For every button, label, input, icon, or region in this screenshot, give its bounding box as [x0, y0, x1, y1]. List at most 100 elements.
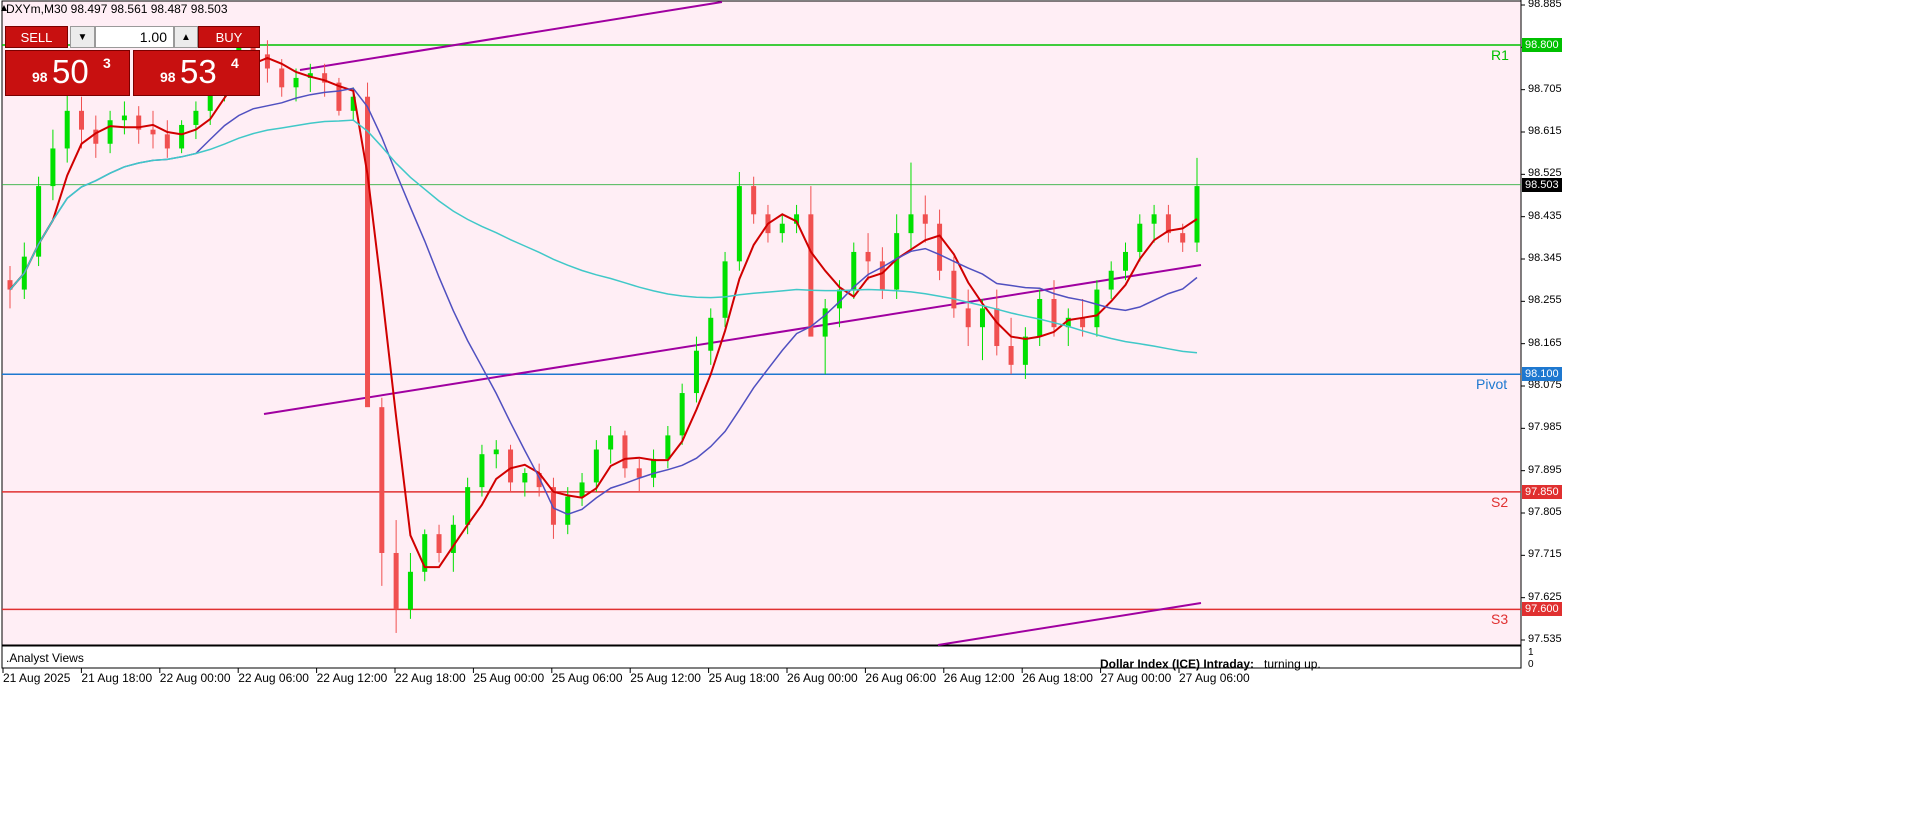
candle-body — [1122, 251, 1128, 271]
current-price-tag: 98.503 — [1522, 177, 1562, 192]
candle-body — [1022, 336, 1028, 365]
price-axis-label: 98.435 — [1528, 209, 1562, 222]
lot-size-input[interactable]: 1.00 — [95, 26, 174, 48]
time-axis-label: 26 Aug 00:00 — [787, 671, 858, 685]
price-axis-label: 97.625 — [1528, 590, 1562, 603]
time-axis-label: 22 Aug 06:00 — [238, 671, 309, 685]
candle-body — [908, 214, 914, 234]
candle-body — [64, 110, 70, 149]
candle-body — [1008, 346, 1014, 365]
lot-decrease-icon[interactable]: ▼ — [70, 26, 95, 48]
candle-body — [393, 552, 399, 610]
price-axis-label: 97.535 — [1528, 633, 1562, 645]
chart-canvas[interactable] — [0, 0, 1916, 840]
subwindow-axis-bottom: 0 — [1528, 659, 1534, 670]
time-axis-label: 26 Aug 18:00 — [1022, 671, 1093, 685]
candle-body — [150, 129, 156, 135]
buy-price-quote[interactable]: 98 53 4 — [133, 50, 260, 96]
buy-price-prefix: 98 — [160, 69, 176, 85]
level-price-tag-s2: 97.850 — [1522, 484, 1562, 499]
candle-body — [193, 110, 199, 125]
time-axis-label: 21 Aug 2025 — [3, 671, 71, 685]
time-axis-label: 25 Aug 00:00 — [473, 671, 545, 685]
level-name-s2: S2 — [1491, 493, 1509, 510]
level-price-tag-pivot: 98.100 — [1522, 367, 1562, 382]
candle-body — [107, 120, 113, 144]
candle-body — [1180, 233, 1186, 243]
candle-body — [622, 435, 628, 469]
subwindow-label: .Analyst Views — [6, 651, 84, 665]
candle-body — [736, 186, 742, 262]
candle-body — [493, 449, 499, 455]
candle-body — [751, 186, 757, 215]
price-axis-label: 98.705 — [1528, 82, 1562, 95]
time-axis-label: 22 Aug 12:00 — [316, 671, 388, 685]
candle-body — [779, 223, 785, 234]
time-axis-label: 25 Aug 18:00 — [708, 671, 780, 685]
candle-body — [465, 487, 471, 525]
time-axis-label: 22 Aug 00:00 — [159, 671, 231, 685]
level-name-s3: S3 — [1491, 611, 1509, 628]
analyst-title: Dollar Index (ICE) Intraday: — [1100, 657, 1255, 671]
candle-body — [179, 124, 185, 149]
candle-body — [479, 454, 485, 488]
candle-body — [164, 134, 170, 149]
chart-window: DXYm,M30 98.497 98.561 98.487 98.503 SEL… — [0, 0, 1916, 840]
price-axis-label: 98.345 — [1528, 252, 1562, 264]
candle-body — [608, 435, 614, 450]
plot-area — [1, 0, 1522, 646]
candle-body — [565, 496, 571, 525]
time-axis-label: 27 Aug 06:00 — [1179, 671, 1250, 685]
price-axis-label: 98.885 — [1528, 0, 1562, 10]
candle-body — [436, 534, 442, 553]
candle-body — [693, 350, 699, 394]
candle-body — [579, 482, 585, 497]
chart-title: DXYm,M30 98.497 98.561 98.487 98.503 — [6, 2, 228, 16]
candle-body — [279, 68, 285, 88]
sell-price-prefix: 98 — [32, 69, 48, 85]
candle-body — [965, 308, 971, 328]
level-name-pivot: Pivot — [1476, 376, 1508, 393]
candle-body — [1108, 270, 1114, 290]
candle-body — [593, 449, 599, 483]
price-axis-label: 97.985 — [1528, 421, 1562, 434]
time-axis-label: 25 Aug 12:00 — [630, 671, 701, 685]
level-price-tag-r1: 98.800 — [1522, 37, 1562, 52]
candle-body — [264, 54, 270, 69]
candle-body — [1137, 223, 1143, 252]
candle-body — [722, 261, 728, 318]
price-axis-label: 97.895 — [1528, 463, 1562, 476]
buy-button[interactable]: BUY — [198, 26, 260, 48]
candle-body — [365, 96, 371, 408]
buy-price-pip: 4 — [231, 55, 239, 71]
time-axis-label: 26 Aug 12:00 — [943, 671, 1015, 685]
candle-body — [1037, 298, 1043, 337]
sell-button[interactable]: SELL — [5, 26, 68, 48]
sell-price-main: 50 — [52, 53, 89, 90]
price-axis-label: 97.715 — [1528, 548, 1562, 561]
candle-body — [708, 317, 714, 351]
price-axis-label: 97.805 — [1528, 506, 1562, 518]
candle-body — [979, 308, 985, 328]
candle-body — [851, 251, 857, 290]
candle-body — [379, 407, 385, 553]
candle-body — [522, 473, 528, 483]
time-axis-label: 26 Aug 06:00 — [865, 671, 937, 685]
sell-price-pip: 3 — [103, 55, 111, 71]
sell-price-quote[interactable]: 98 50 3 — [5, 50, 130, 96]
candle-body — [1194, 186, 1200, 243]
price-axis-label: 98.165 — [1528, 336, 1562, 349]
candle-body — [651, 458, 657, 478]
candle-body — [994, 308, 1000, 347]
candle-body — [865, 251, 871, 262]
time-axis-label: 25 Aug 06:00 — [551, 671, 623, 685]
level-name-r1: R1 — [1491, 46, 1509, 63]
lot-increase-icon[interactable]: ▲ — [174, 26, 198, 48]
candle-body — [937, 223, 943, 271]
candle-body — [665, 435, 671, 459]
analyst-views-text: Dollar Index (ICE) Intraday: turning up. — [1100, 657, 1321, 671]
one-click-trading-panel: SELL ▼ 1.00 ▲ BUY 98 50 3 98 53 4 — [5, 26, 260, 96]
buy-price-main: 53 — [180, 53, 217, 90]
candle-body — [1151, 214, 1157, 224]
level-price-tag-s3: 97.600 — [1522, 602, 1562, 617]
